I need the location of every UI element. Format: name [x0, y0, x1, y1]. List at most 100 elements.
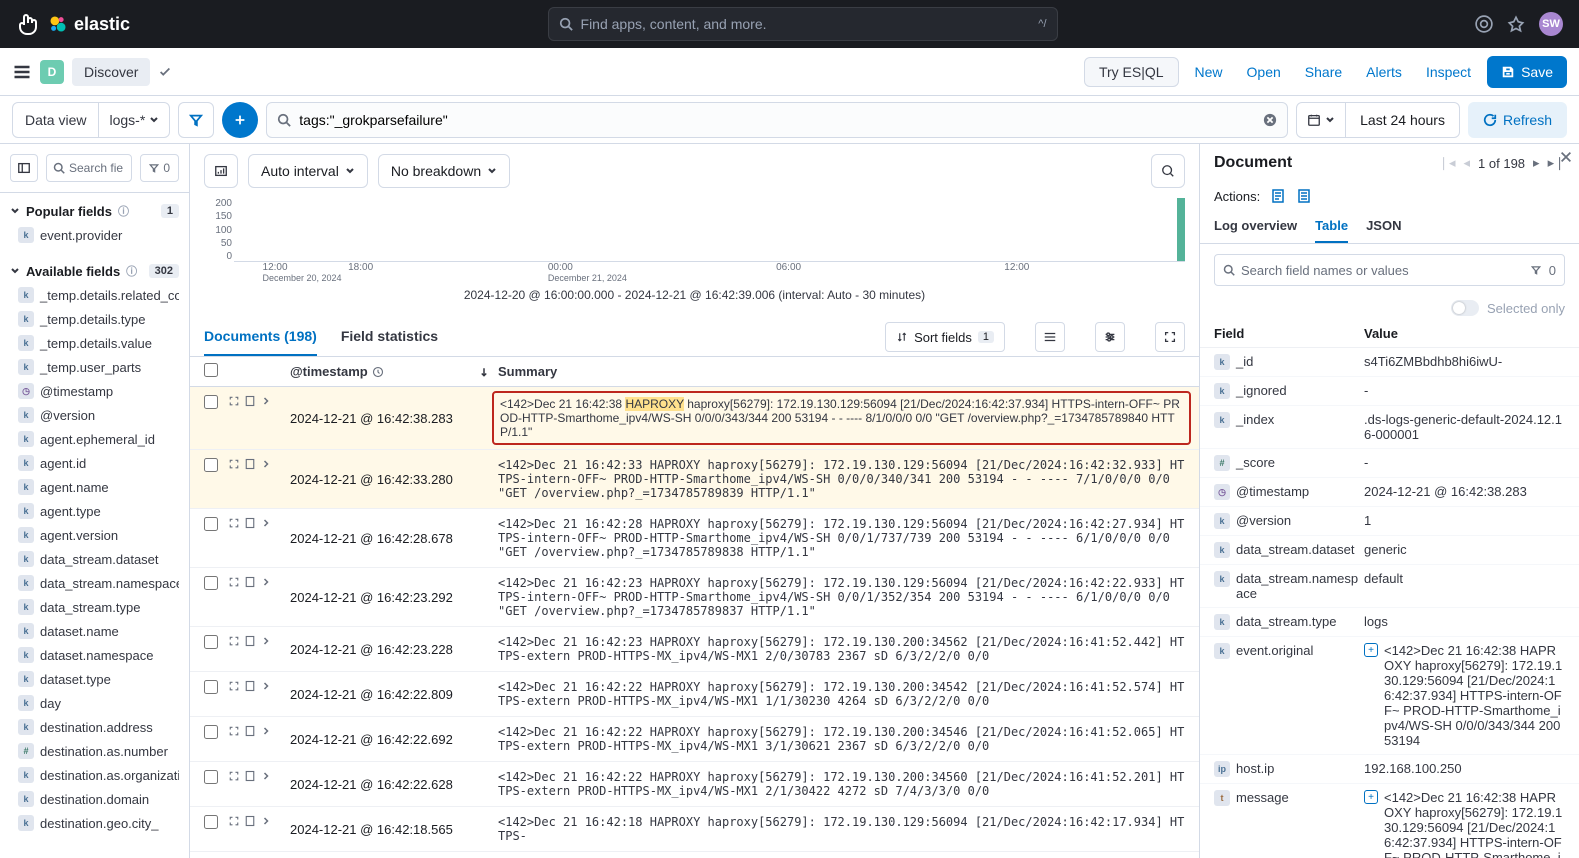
row-checkbox[interactable] — [204, 458, 218, 472]
view-icon[interactable] — [244, 458, 256, 470]
single-doc-icon[interactable] — [1270, 188, 1286, 204]
field-item[interactable]: k_temp.details.value — [10, 331, 179, 355]
field-item[interactable]: kagent.type — [10, 499, 179, 523]
refresh-button[interactable]: Refresh — [1468, 102, 1567, 138]
field-item[interactable]: k@version — [10, 403, 179, 427]
close-icon[interactable] — [1559, 150, 1573, 164]
fields-search-input[interactable]: Search fie — [46, 154, 132, 182]
field-item[interactable]: kdata_stream.dataset — [10, 547, 179, 571]
try-esql-button[interactable]: Try ES|QL — [1084, 57, 1179, 87]
available-fields-header[interactable]: Available fields ⓘ 302 — [10, 259, 179, 283]
expand-icon[interactable] — [228, 458, 240, 470]
chevron-right-icon[interactable] — [260, 635, 272, 647]
popular-fields-header[interactable]: Popular fields ⓘ 1 — [10, 199, 179, 223]
view-icon[interactable] — [244, 770, 256, 782]
row-checkbox[interactable] — [204, 576, 218, 590]
row-checkbox[interactable] — [204, 815, 218, 829]
view-icon[interactable] — [244, 680, 256, 692]
table-row[interactable]: 2024-12-21 @ 16:42:22.628 <142>Dec 21 16… — [190, 762, 1199, 807]
chevron-right-icon[interactable] — [260, 680, 272, 692]
field-row[interactable]: kevent.original +<142>Dec 21 16:42:38 HA… — [1200, 637, 1579, 755]
dataview-selector[interactable]: Data view logs-* — [12, 102, 170, 138]
filter-button[interactable] — [178, 102, 214, 138]
expand-icon[interactable] — [228, 815, 240, 827]
app-badge[interactable]: D — [40, 60, 64, 84]
table-tab[interactable]: Table — [1315, 218, 1348, 243]
field-item[interactable]: kdestination.domain — [10, 787, 179, 811]
chevron-right-icon[interactable] — [260, 517, 272, 529]
surrounding-docs-icon[interactable] — [1296, 188, 1312, 204]
share-link[interactable]: Share — [1297, 64, 1350, 80]
view-icon[interactable] — [244, 725, 256, 737]
field-item[interactable]: kagent.id — [10, 451, 179, 475]
row-checkbox[interactable] — [204, 635, 218, 649]
chevron-right-icon[interactable] — [260, 725, 272, 737]
expand-value-icon[interactable]: + — [1364, 643, 1378, 657]
expand-icon[interactable] — [228, 635, 240, 647]
field-row[interactable]: ◷@timestamp 2024-12-21 @ 16:42:38.283 — [1200, 478, 1579, 507]
clear-icon[interactable] — [1263, 113, 1277, 127]
chevron-right-icon[interactable] — [260, 395, 272, 407]
table-row[interactable]: 2024-12-21 @ 16:42:22.809 <142>Dec 21 16… — [190, 672, 1199, 717]
user-avatar[interactable]: SW — [1539, 12, 1563, 36]
chevron-right-icon[interactable] — [260, 576, 272, 588]
field-item[interactable]: ◷@timestamp — [10, 379, 179, 403]
field-item[interactable]: kdestination.geo.city_ — [10, 811, 179, 835]
help-icon[interactable] — [1507, 15, 1525, 33]
expand-icon[interactable] — [228, 680, 240, 692]
guide-icon[interactable] — [1475, 15, 1493, 33]
interval-selector[interactable]: Auto interval — [248, 154, 368, 188]
filter-icon[interactable] — [1531, 265, 1541, 275]
prev-page-icon[interactable]: ◂ — [1464, 155, 1471, 171]
expand-icon[interactable] — [228, 576, 240, 588]
field-row[interactable]: tmessage +<142>Dec 21 16:42:38 HAPROXY h… — [1200, 784, 1579, 858]
field-search-input[interactable]: Search field names or values 0 — [1214, 254, 1565, 286]
table-row[interactable]: 2024-12-21 @ 16:42:22.692 <142>Dec 21 16… — [190, 717, 1199, 762]
field-item[interactable]: k_temp.details.type — [10, 307, 179, 331]
field-item[interactable]: k_temp.user_parts — [10, 355, 179, 379]
selected-only-toggle[interactable]: Selected only — [1200, 296, 1579, 320]
hamburger-icon[interactable] — [12, 62, 32, 82]
field-item[interactable]: kdataset.type — [10, 667, 179, 691]
first-page-icon[interactable]: ❘◂ — [1438, 155, 1455, 171]
field-row[interactable]: k@version 1 — [1200, 507, 1579, 536]
table-row[interactable]: 2024-12-21 @ 16:42:33.280 <142>Dec 21 16… — [190, 450, 1199, 509]
field-row[interactable]: kdata_stream.type logs — [1200, 608, 1579, 637]
field-item[interactable]: kevent.provider — [10, 223, 179, 247]
elastic-logo[interactable]: elastic — [48, 14, 130, 35]
expand-icon[interactable] — [228, 517, 240, 529]
time-picker[interactable]: Last 24 hours — [1296, 102, 1460, 138]
field-statistics-tab[interactable]: Field statistics — [341, 318, 438, 356]
view-icon[interactable] — [244, 815, 256, 827]
field-row[interactable]: #_score - — [1200, 449, 1579, 478]
field-row[interactable]: k_index .ds-logs-generic-default-2024.12… — [1200, 406, 1579, 449]
chevron-right-icon[interactable] — [260, 458, 272, 470]
lens-button[interactable] — [1151, 154, 1185, 188]
save-button[interactable]: Save — [1487, 56, 1567, 88]
select-all-checkbox[interactable] — [204, 363, 218, 377]
settings-button[interactable] — [1095, 322, 1125, 352]
view-icon[interactable] — [244, 517, 256, 529]
query-input[interactable] — [266, 102, 1288, 138]
log-overview-tab[interactable]: Log overview — [1214, 218, 1297, 243]
view-icon[interactable] — [244, 635, 256, 647]
row-checkbox[interactable] — [204, 395, 218, 409]
field-row[interactable]: k_id s4Ti6ZMBbdhb8hi6iwU- — [1200, 348, 1579, 377]
table-row[interactable]: 2024-12-21 @ 16:42:38.283 <142>Dec 21 16… — [190, 387, 1199, 450]
field-item[interactable]: kdata_stream.type — [10, 595, 179, 619]
row-checkbox[interactable] — [204, 725, 218, 739]
field-row[interactable]: kdata_stream.dataset generic — [1200, 536, 1579, 565]
sidebar-collapse-button[interactable] — [10, 154, 38, 182]
documents-tab[interactable]: Documents (198) — [204, 318, 317, 356]
field-item[interactable]: kdataset.namespace — [10, 643, 179, 667]
alerts-link[interactable]: Alerts — [1358, 64, 1410, 80]
add-filter-button[interactable] — [222, 102, 258, 138]
expand-icon[interactable] — [228, 770, 240, 782]
field-row[interactable]: iphost.ip 192.168.100.250 — [1200, 755, 1579, 784]
row-checkbox[interactable] — [204, 770, 218, 784]
field-item[interactable]: kagent.ephemeral_id — [10, 427, 179, 451]
view-icon[interactable] — [244, 395, 256, 407]
field-item[interactable]: kdataset.name — [10, 619, 179, 643]
sort-fields-button[interactable]: Sort fields1 — [885, 322, 1005, 352]
row-checkbox[interactable] — [204, 517, 218, 531]
